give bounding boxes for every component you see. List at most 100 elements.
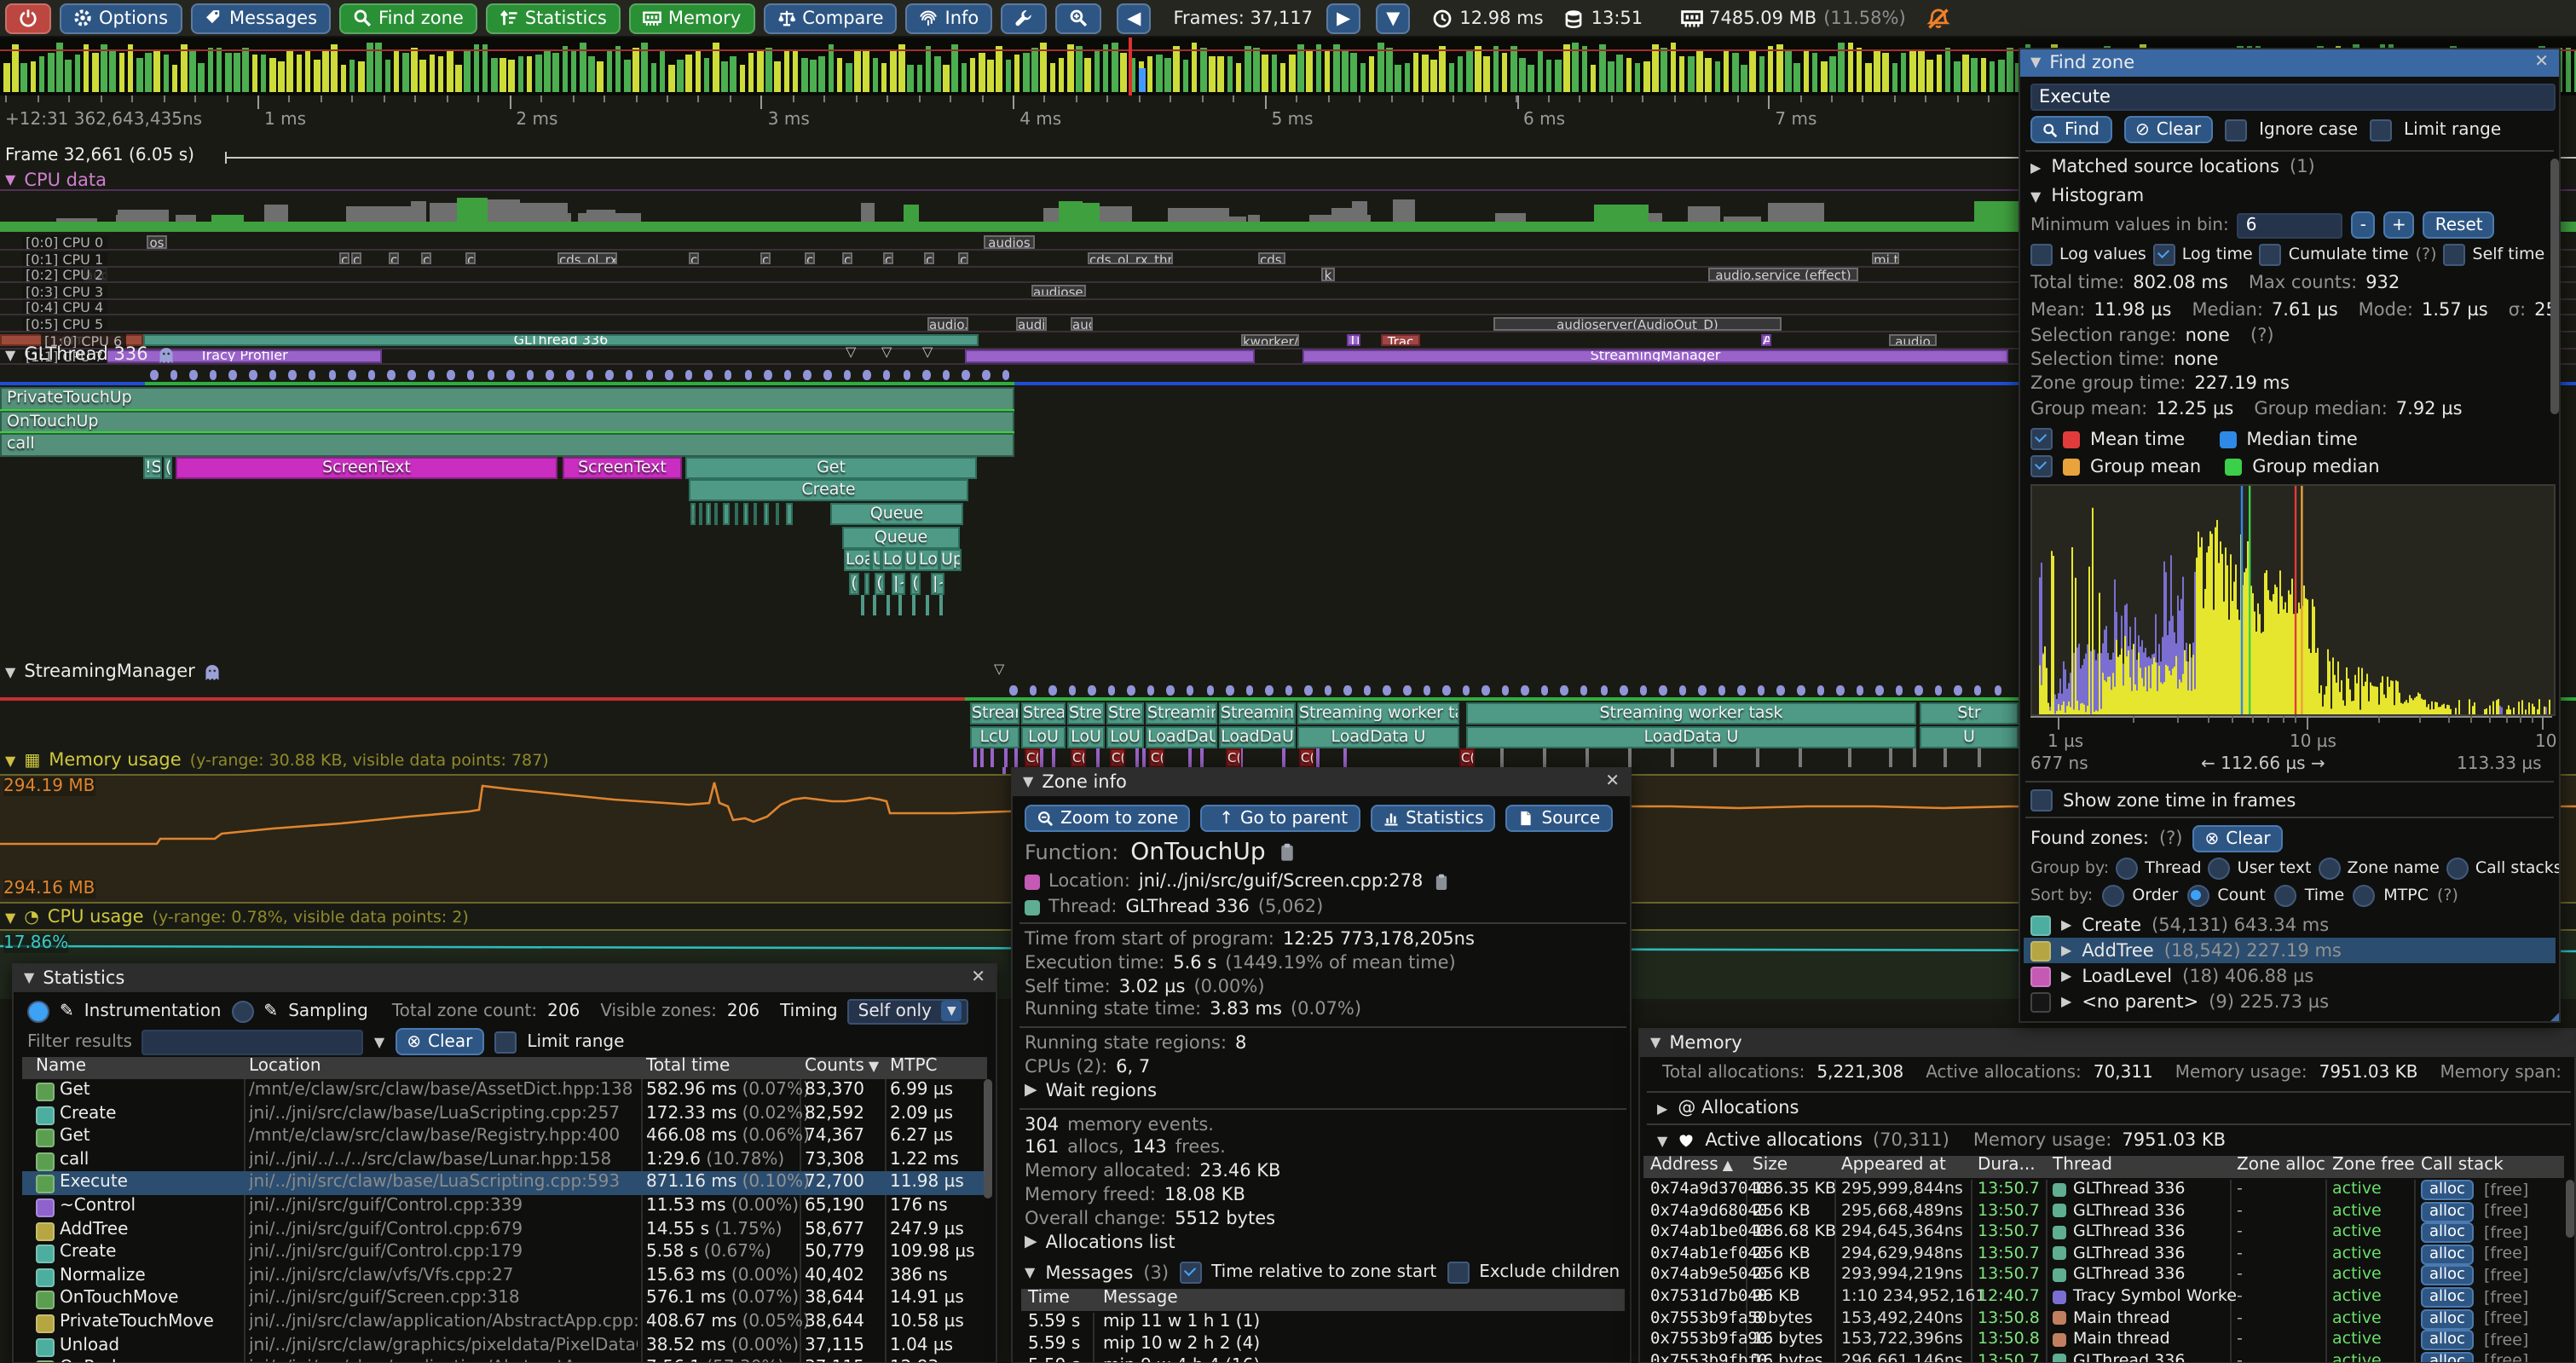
group-by-radio-zone-name[interactable] — [2319, 858, 2341, 880]
gl-zone[interactable]: ( — [875, 573, 885, 595]
gl-zone[interactable]: ( — [910, 573, 921, 595]
cpu-zone[interactable]: c — [339, 251, 349, 264]
cpu-zone[interactable]: Ti — [1347, 333, 1360, 346]
gl-zone[interactable]: ( — [164, 457, 172, 479]
gl-zone[interactable] — [754, 503, 757, 525]
cpu-zone[interactable]: c — [760, 251, 771, 264]
gl-zone[interactable]: |~ — [931, 573, 944, 595]
expand-arrow-icon[interactable]: ▶ — [1025, 1232, 1037, 1252]
stream-zone[interactable]: LcU — [970, 725, 1019, 748]
stat-row[interactable]: Unloadjni/../jni/src/claw/graphics/pixel… — [22, 1334, 987, 1357]
find-button[interactable]: Find — [2030, 116, 2111, 143]
stream-zone[interactable]: Streaming — [1219, 702, 1296, 725]
message-row[interactable]: 5.59 smip 10 w 2 h 2 (4) — [1021, 1336, 1625, 1358]
sample-dot[interactable] — [249, 370, 257, 379]
sample-dot[interactable] — [903, 370, 910, 379]
memory-scrollbar[interactable] — [2566, 1180, 2574, 1238]
sample-dot[interactable] — [1777, 685, 1785, 695]
stream-zone[interactable]: LoU — [1106, 725, 1144, 748]
sample-dot[interactable] — [1187, 685, 1194, 695]
stat-row[interactable]: Get/mnt/e/claw/src/claw/base/AssetDict.h… — [22, 1079, 987, 1102]
cpu-zone[interactable]: audio — [1889, 333, 1937, 346]
cpu-zone[interactable]: c — [958, 251, 968, 264]
gl-zone[interactable]: |~ — [892, 573, 905, 595]
frame-dropdown-button[interactable]: ▼ — [1376, 3, 1410, 33]
min-bin-minus-button[interactable]: - — [2352, 211, 2375, 239]
gl-zone[interactable]: ScreenText — [176, 457, 557, 479]
sample-dot[interactable] — [1875, 685, 1883, 695]
sample-dot[interactable] — [368, 370, 376, 379]
gl-zone[interactable]: Create — [689, 480, 968, 502]
expand-arrow-icon[interactable]: ▶ — [2061, 917, 2071, 933]
sample-dot[interactable] — [744, 370, 752, 379]
alloc-callstack-button[interactable]: alloc — [2421, 1330, 2474, 1350]
zone-info-titlebar[interactable]: ▼Zone info✕ — [1013, 769, 1630, 796]
column-header-appeared-at[interactable]: Appeared at — [1841, 1156, 1946, 1175]
statistics-titlebar[interactable]: ▼Statistics✕ — [14, 965, 996, 992]
timing-dropdown[interactable]: Self only▼ — [848, 998, 968, 1024]
sample-dot[interactable] — [606, 370, 614, 379]
sample-dot[interactable] — [1108, 685, 1116, 695]
filter-dropdown-icon[interactable]: ▼ — [374, 1034, 384, 1049]
sample-dot[interactable] — [1068, 685, 1076, 695]
stat-row[interactable]: Get/mnt/e/claw/src/claw/base/Registry.hp… — [22, 1125, 987, 1148]
min-bin-plus-button[interactable]: + — [2383, 211, 2415, 239]
group-mean-checkbox[interactable] — [2030, 455, 2053, 477]
stream-zone[interactable]: LoadData U — [1466, 725, 1916, 748]
allocation-row[interactable]: 0x7553b9fa9016 bytes153,722,396ns13:50.8… — [1643, 1330, 2564, 1351]
stream-zone[interactable]: U — [1920, 725, 2019, 748]
cpu-zone[interactable]: k — [1321, 268, 1335, 280]
stream-zone[interactable]: Streaming worker task — [1466, 702, 1916, 725]
found-zone-group-row[interactable]: ▶LoadLevel(18) 406.88 µs — [2024, 963, 2556, 989]
gl-zone[interactable] — [699, 503, 702, 525]
group-median-swatch[interactable] — [2225, 458, 2242, 475]
sample-dot[interactable] — [1403, 685, 1411, 695]
expand-arrow-icon[interactable]: ▶ — [2061, 943, 2071, 958]
sample-dot[interactable] — [1245, 685, 1253, 695]
column-header-name[interactable]: Name — [36, 1057, 86, 1076]
sample-dot[interactable] — [566, 370, 574, 379]
sample-dot[interactable] — [823, 370, 831, 379]
gl-zone-wide[interactable]: PrivateTouchUp — [0, 387, 1014, 410]
histogram-plot[interactable] — [2030, 484, 2556, 716]
cpu-zone[interactable] — [965, 349, 1255, 362]
sample-dot[interactable] — [684, 370, 692, 379]
messages-button[interactable]: Messages — [190, 3, 331, 33]
cpu-zone[interactable]: c — [389, 251, 399, 264]
clear-button[interactable]: ⊘Clear — [2123, 116, 2213, 143]
sample-dot[interactable] — [1915, 685, 1923, 695]
sample-dot[interactable] — [1541, 685, 1549, 695]
gl-zone[interactable] — [786, 503, 793, 525]
sort-by-radio-mtpc[interactable] — [2353, 885, 2375, 907]
sample-dot[interactable] — [467, 370, 475, 379]
sample-dot[interactable] — [705, 370, 713, 379]
gl-zone[interactable] — [776, 503, 779, 525]
stat-row[interactable]: OnTouchMovejni/../jni/src/guif/Screen.cp… — [22, 1288, 987, 1311]
sample-dot[interactable] — [1600, 685, 1608, 695]
stream-zone[interactable]: Strea — [1067, 702, 1105, 725]
sample-dot[interactable] — [150, 370, 158, 379]
stat-row[interactable]: ~Controljni/../jni/src/guif/Control.cpp:… — [22, 1195, 987, 1218]
message-row[interactable]: 5.59 smip 9 w 4 h 4 (16) — [1021, 1358, 1625, 1363]
sample-dot[interactable] — [1206, 685, 1214, 695]
sample-dot[interactable] — [1305, 685, 1313, 695]
sample-dot[interactable] — [1974, 685, 1982, 695]
gl-zone[interactable] — [764, 503, 769, 525]
cpu-plot-header[interactable]: ▼◔CPU usage(y-range: 0.78%, visible data… — [5, 907, 469, 927]
sample-dot[interactable] — [1029, 685, 1037, 695]
prev-frame-button[interactable]: ◀ — [1117, 3, 1151, 33]
stream-red-zone[interactable]: C( — [1110, 748, 1125, 767]
gl-zone[interactable] — [723, 503, 730, 525]
gl-zone[interactable]: U — [871, 549, 881, 571]
sort-by-radio-order[interactable] — [2101, 885, 2123, 907]
tools-button[interactable] — [1001, 3, 1047, 33]
notifications-muted[interactable] — [1926, 6, 1950, 30]
gl-zone[interactable] — [714, 503, 718, 525]
allocation-row[interactable]: 0x7553b9fbf016 bytes296,661,146ns13:50.7… — [1643, 1352, 2564, 1363]
gl-zone[interactable] — [864, 573, 869, 595]
group-by-radio-user-text[interactable] — [2209, 858, 2231, 880]
cpu-zone[interactable]: c — [842, 251, 852, 264]
sample-dot[interactable] — [1088, 685, 1095, 695]
stream-zone[interactable]: LoadData U — [1297, 725, 1459, 748]
clear-filter-button[interactable]: ⊗Clear — [395, 1028, 484, 1055]
